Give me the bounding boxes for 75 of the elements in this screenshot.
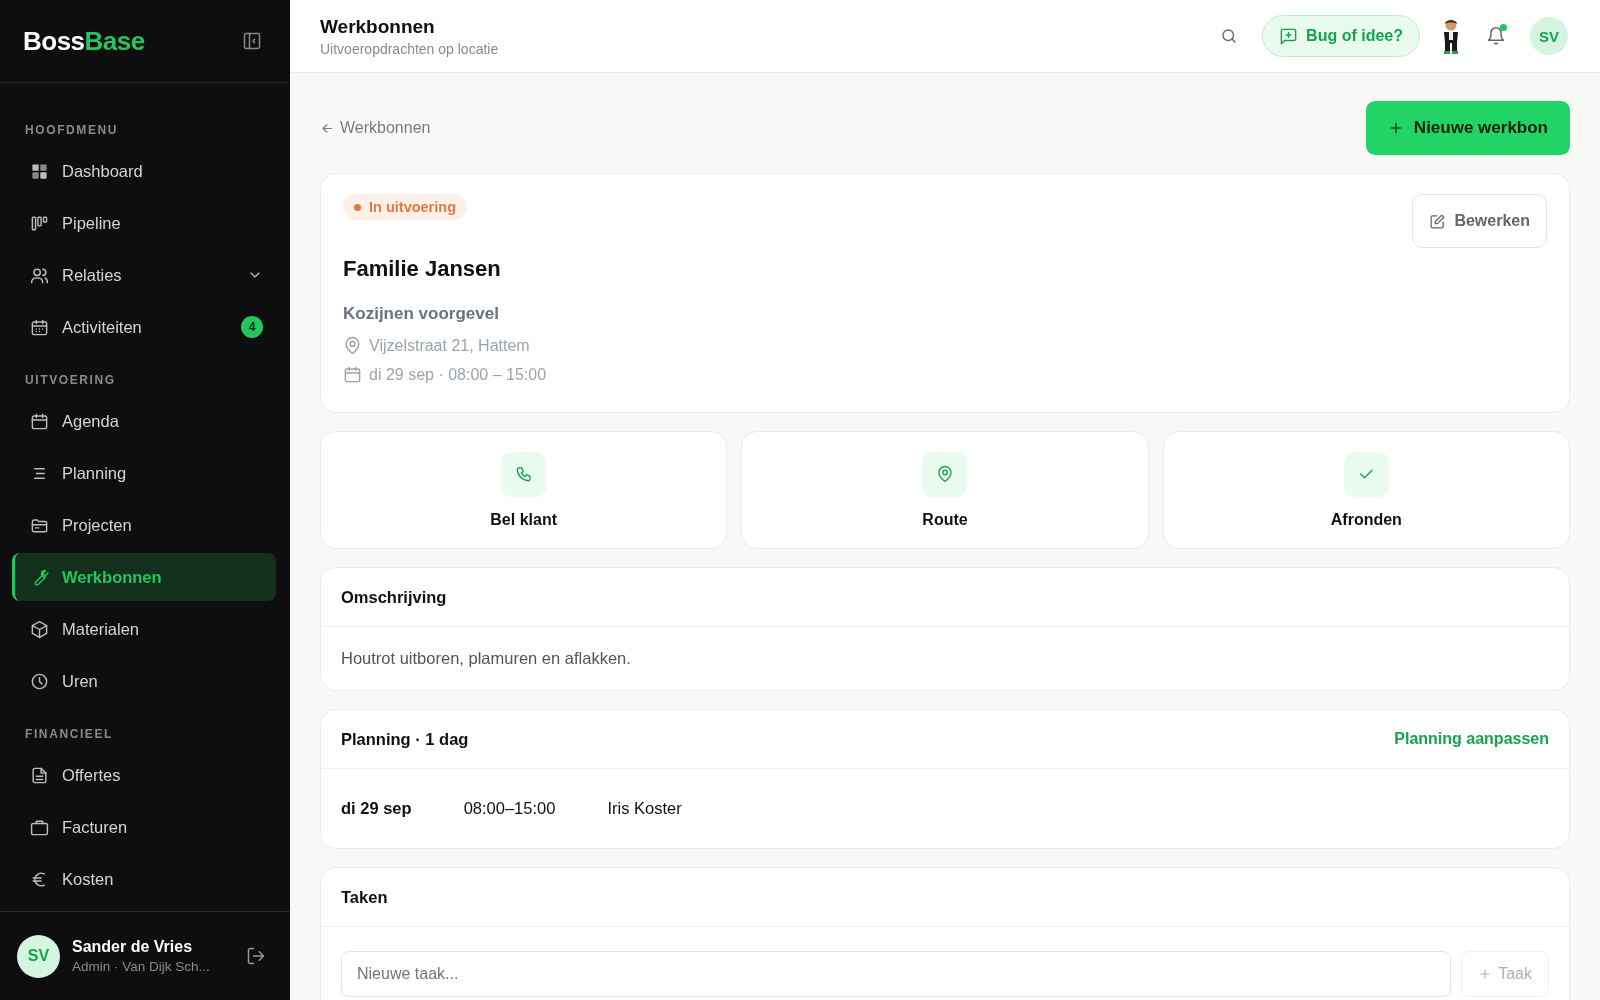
card-title: Planning · 1 dag [341,729,469,749]
edit-icon [1429,212,1447,230]
item-label: Activiteiten [62,317,143,337]
card-title: Taken [341,887,388,907]
grid-icon [30,161,49,181]
action-button[interactable]: Afronden [1162,431,1570,549]
item-label: Agenda [62,411,120,431]
box-icon [30,619,49,639]
item-label: Kosten [62,869,115,889]
logo: BossBase [23,25,145,57]
action-button[interactable]: Bel klant [320,431,728,549]
sidebar-item[interactable]: Planning [12,449,276,497]
calendar-icon [30,317,49,337]
planning-date: di 29 sep [341,799,412,818]
item-label: Planning [62,463,128,483]
user-name: Sander de Vries [72,938,194,956]
briefcase-icon [30,817,49,837]
item-label: Relaties [62,265,123,285]
date-time: di 29 sep · 08:00 – 15:00 [369,365,547,384]
item-label: Pipeline [62,213,122,233]
edit-button[interactable]: Bewerken [1412,194,1547,248]
count-badge: 4 [241,316,263,338]
sidebar-item[interactable]: Werkbonnen [12,553,276,601]
columns-icon [30,213,49,233]
sidebar-item[interactable]: Kosten [12,855,276,903]
address: Vijzelstraat 21, Hattem [369,336,530,355]
planning-person: Iris Koster [607,799,682,818]
clock-icon [30,671,49,691]
back-link[interactable]: Werkbonnen [320,119,431,137]
item-label: Offertes [62,765,122,785]
sidebar-item[interactable]: Offertes [12,751,276,799]
new-task-field[interactable]: Nieuwe taak... [341,951,1452,997]
sidebar-item[interactable]: Activiteiten 4 [12,303,276,351]
map-pin-icon [343,336,362,355]
new-workorder-button[interactable]: Nieuwe werkbon [1365,101,1570,155]
item-label: Uren [62,671,99,691]
item-label: Werkbonnen [62,567,163,587]
item-label: Facturen [62,817,129,837]
plus-icon [1478,967,1493,981]
item-label: Dashboard [62,161,144,181]
logout-button[interactable] [246,946,266,966]
card-title: Omschrijving [341,587,447,607]
sidebar-toggle-button[interactable] [242,31,262,51]
document-icon [30,765,49,785]
action-button[interactable]: Route [741,431,1149,549]
section-heading: FINANCIEEL [24,726,114,743]
page-subtitle: Uitvoeropdrachten op locatie [320,40,500,57]
planning-time: 08:00–15:00 [463,799,556,818]
sidebar-icon [242,31,262,51]
project-name: Kozijnen voorgevel [343,304,499,324]
sidebar-item[interactable]: Pipeline [12,199,276,247]
sidebar-item[interactable]: Projecten [12,501,276,549]
sidebar-item[interactable]: Agenda [12,397,276,445]
user-role: Admin · Van Dijk Sch... [72,959,211,974]
message-plus-icon [1279,26,1299,46]
bell-icon [1486,26,1506,46]
sidebar-item[interactable]: Materialen [12,605,276,653]
sidebar-item[interactable]: Dashboard [12,147,276,195]
phone-icon [514,465,533,483]
description-text: Houtrot uitboren, plamuren en aflakken. [340,648,632,669]
user-avatar: SV [17,934,60,978]
sidebar-item[interactable]: Relaties [12,251,276,299]
status-badge: In uitvoering [343,194,467,220]
map-pin-icon [936,465,954,483]
section-heading: UITVOERING [24,372,117,389]
sidebar-item[interactable]: Facturen [12,803,276,851]
client-name: Familie Jansen [343,256,501,282]
calendar-icon [30,411,49,431]
item-label: Materialen [62,619,141,639]
logout-icon [246,946,266,966]
sidebar-item[interactable]: Uren [12,657,276,705]
item-label: Projecten [62,515,133,535]
calendar-icon [343,365,362,384]
section-heading: HOOFDMENU [24,122,120,139]
page-title: Werkbonnen [320,15,436,38]
